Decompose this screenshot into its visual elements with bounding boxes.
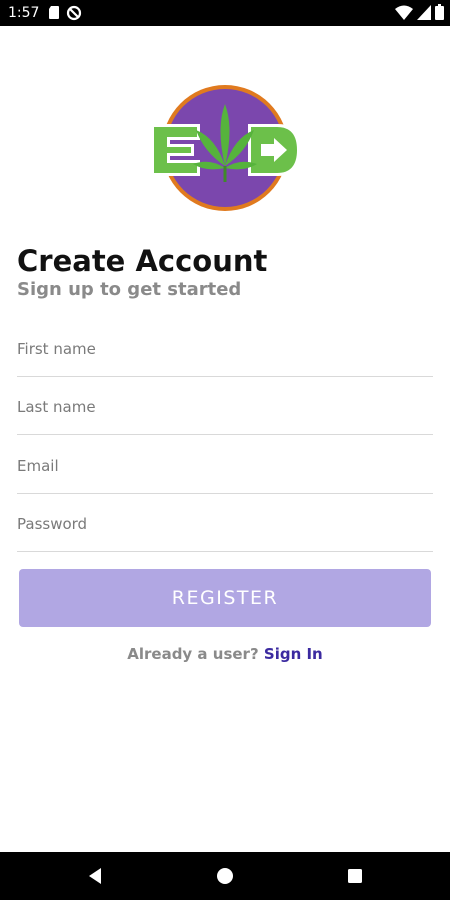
page-title: Create Account: [17, 244, 268, 278]
blocked-circle-icon: [66, 5, 82, 25]
email-input[interactable]: [17, 451, 433, 481]
cell-signal-icon: [417, 4, 431, 24]
recents-icon: [348, 869, 362, 883]
battery-icon: [435, 4, 444, 24]
register-button[interactable]: REGISTER: [19, 569, 431, 627]
first-name-field: [17, 318, 433, 377]
first-name-input[interactable]: [17, 334, 433, 364]
signin-prompt: Already a user?: [127, 645, 259, 663]
back-button[interactable]: [65, 852, 125, 900]
sd-card-icon: [48, 5, 60, 25]
last-name-field: [17, 376, 433, 435]
signin-row: Already a user? Sign In: [0, 643, 450, 665]
home-icon: [217, 868, 233, 884]
navigation-bar: [0, 852, 450, 900]
back-icon: [89, 868, 101, 884]
home-button[interactable]: [195, 852, 255, 900]
email-field: [17, 435, 433, 494]
password-field: [17, 493, 433, 552]
status-left-icons: [48, 5, 82, 25]
recents-button[interactable]: [325, 852, 385, 900]
last-name-input[interactable]: [17, 392, 433, 422]
page-subtitle: Sign up to get started: [17, 279, 242, 300]
status-time: 1:57: [8, 5, 40, 21]
status-bar: 1:57: [0, 0, 450, 26]
cannabis-leaf-logo-icon: [151, 85, 300, 211]
app-logo: [148, 82, 302, 214]
wifi-icon: [395, 5, 413, 24]
password-input[interactable]: [17, 509, 433, 539]
signin-link[interactable]: Sign In: [264, 645, 323, 663]
status-right-icons: [395, 4, 444, 24]
